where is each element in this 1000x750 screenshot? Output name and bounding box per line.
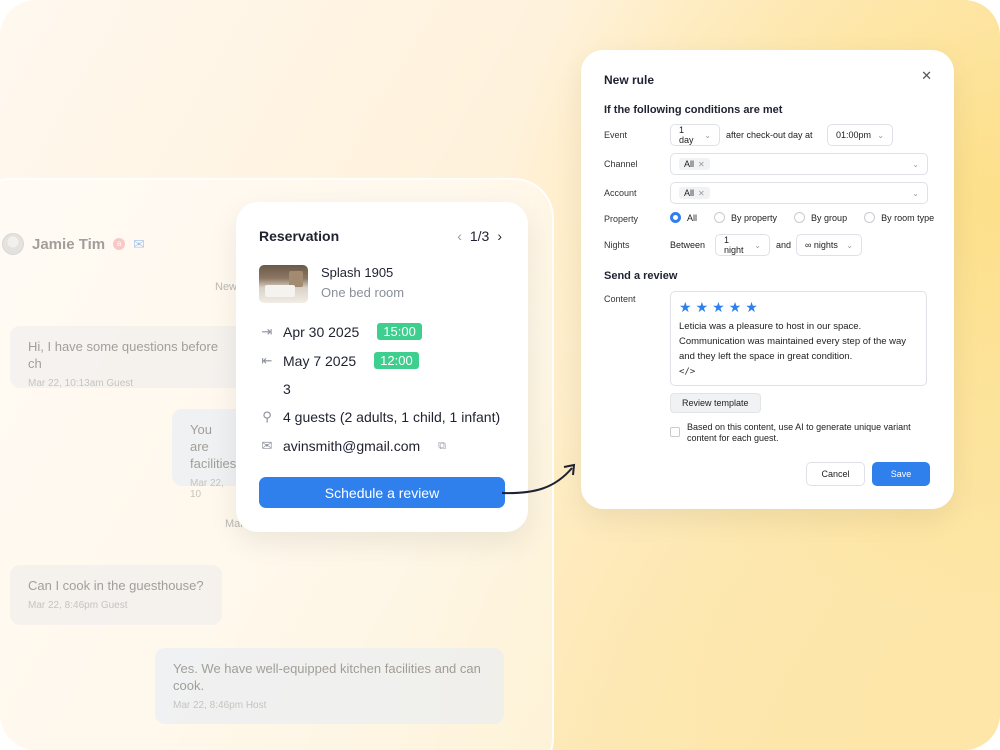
chevron-down-icon: ⌄ xyxy=(846,240,853,250)
close-icon[interactable]: ✕ xyxy=(921,68,932,84)
review-heading: Send a review xyxy=(604,270,678,282)
message-meta: Mar 22, 10:13am Guest xyxy=(28,378,134,389)
event-offset-select[interactable]: 1 day ⌄ xyxy=(670,124,720,146)
review-text-line: Leticia was a pleasure to host in our sp… xyxy=(679,321,862,332)
nights-between: Between xyxy=(670,240,706,250)
message-meta: Mar 22, 8:46pm Host xyxy=(173,700,267,711)
star-icon: ★ xyxy=(745,299,758,315)
message-bubble: Can I cook in the guesthouse? Mar 22, 8:… xyxy=(10,565,222,625)
guests-count: 4 guests (2 adults, 1 child, 1 infant) xyxy=(283,409,501,425)
pager-count: 1/3 xyxy=(469,228,490,244)
star-icon: ★ xyxy=(728,299,742,315)
guest-name: Jamie Tim xyxy=(32,235,106,253)
message-bubble: Yes. We have well-equipped kitchen facil… xyxy=(155,648,504,724)
channel-label: Channel xyxy=(604,159,638,169)
nights-count: 3 xyxy=(283,381,291,397)
message-meta: Mar 22, 10 xyxy=(190,478,224,500)
channel-select[interactable]: All ✕ ⌄ xyxy=(670,153,928,175)
property-radio-group: All By property By group By room type xyxy=(670,212,934,223)
background: Jamie Tim a ✉ New Hi, I have some questi… xyxy=(0,0,1000,750)
event-text: after check-out day at xyxy=(726,130,813,140)
nights-min-select[interactable]: 1 night ⌄ xyxy=(715,234,770,256)
radio-by-room-type[interactable]: By room type xyxy=(864,212,934,223)
checkout-icon: ⇤ xyxy=(261,352,273,368)
radio-by-property[interactable]: By property xyxy=(714,212,777,223)
account-chip: All ✕ xyxy=(679,187,710,199)
message-text: You are xyxy=(190,422,212,454)
star-icon: ★ xyxy=(679,299,692,315)
conditions-heading: If the following conditions are met xyxy=(604,104,783,116)
avatar xyxy=(2,233,24,255)
star-icon: ★ xyxy=(712,299,725,315)
account-label: Account xyxy=(604,188,637,198)
chat-header: Jamie Tim a ✉ xyxy=(2,233,145,255)
reservation-card: Reservation ‹ 1/3 › Splash 1905 One bed … xyxy=(236,202,528,532)
checkout-date: May 7 2025 xyxy=(283,352,357,369)
checkin-date: Apr 30 2025 xyxy=(283,323,360,340)
review-text-line: Communication was maintained every step … xyxy=(679,336,907,362)
event-time-select[interactable]: 01:00pm ⌄ xyxy=(827,124,893,146)
checkin-icon: ⇥ xyxy=(261,323,273,339)
guest-email: avinsmith@gmail.com xyxy=(283,438,421,454)
chevron-down-icon: ⌄ xyxy=(754,240,761,250)
message-text: facilities xyxy=(190,456,237,471)
chevron-right-icon[interactable]: › xyxy=(497,228,502,244)
checkout-time: 12:00 xyxy=(374,352,419,369)
checkin-row: ⇥ Apr 30 2025 15:00 xyxy=(259,323,422,340)
nights-max-select[interactable]: ∞ nights ⌄ xyxy=(796,234,862,256)
reservation-title: Reservation xyxy=(259,228,340,244)
reservation-pager: ‹ 1/3 › xyxy=(457,228,502,244)
checkin-time: 15:00 xyxy=(377,323,422,340)
chevron-left-icon[interactable]: ‹ xyxy=(457,228,462,244)
chevron-down-icon: ⌄ xyxy=(877,130,884,140)
chevron-down-icon: ⌄ xyxy=(912,188,919,198)
save-button[interactable]: Save xyxy=(872,462,930,486)
mail-icon: ✉ xyxy=(261,438,273,453)
checkout-row: ⇤ May 7 2025 12:00 xyxy=(259,352,419,369)
chevron-down-icon: ⌄ xyxy=(912,159,919,169)
chevron-down-icon: ⌄ xyxy=(704,130,711,140)
guests-row: ⚲ 4 guests (2 adults, 1 child, 1 infant) xyxy=(259,409,500,425)
nights-label: Nights xyxy=(604,240,630,250)
schedule-review-button[interactable]: Schedule a review xyxy=(259,477,505,508)
message-text: Can I cook in the guesthouse? xyxy=(28,578,204,593)
checkbox[interactable] xyxy=(670,427,680,437)
account-select[interactable]: All ✕ ⌄ xyxy=(670,182,928,204)
content-label: Content xyxy=(604,294,636,304)
property-name: Splash 1905 xyxy=(321,265,394,280)
code-icon[interactable]: </> xyxy=(679,367,918,377)
remove-icon[interactable]: ✕ xyxy=(698,189,705,198)
property-type: One bed room xyxy=(321,285,405,300)
cancel-button[interactable]: Cancel xyxy=(806,462,865,486)
message-text: Yes. We have well-equipped kitchen facil… xyxy=(173,661,481,693)
mail-icon: ✉ xyxy=(133,235,145,252)
property-label: Property xyxy=(604,214,639,224)
nights-and: and xyxy=(776,240,792,250)
copy-icon[interactable]: ⧉ xyxy=(438,440,446,453)
message-meta: Mar 22, 8:46pm Guest xyxy=(28,600,128,611)
radio-all[interactable]: All xyxy=(670,212,697,223)
status-badge: a xyxy=(113,238,126,250)
star-icon: ★ xyxy=(695,299,709,315)
nights-row: 3 xyxy=(259,381,291,397)
message-bubble: Hi, I have some questions before ch Mar … xyxy=(10,326,250,389)
ai-variant-checkbox[interactable]: Based on this content, use AI to generat… xyxy=(670,422,935,444)
connector-arrow xyxy=(501,463,576,495)
radio-by-group[interactable]: By group xyxy=(794,212,847,223)
remove-icon[interactable]: ✕ xyxy=(698,160,705,169)
ai-checkbox-label: Based on this content, use AI to generat… xyxy=(687,422,911,443)
rating-stars: ★ ★ ★ ★ ★ xyxy=(679,300,918,314)
property-thumbnail xyxy=(259,265,308,303)
review-content-editor[interactable]: ★ ★ ★ ★ ★ Leticia was a pleasure to host… xyxy=(670,291,927,386)
person-icon: ⚲ xyxy=(262,409,272,424)
channel-chip: All ✕ xyxy=(679,158,710,170)
review-template-button[interactable]: Review template xyxy=(670,393,761,413)
message-text: Hi, I have some questions before ch xyxy=(28,339,219,371)
new-rule-modal: New rule ✕ If the following conditions a… xyxy=(581,50,954,509)
modal-title: New rule xyxy=(604,73,655,87)
event-label: Event xyxy=(604,130,628,140)
day-label: New xyxy=(215,281,238,293)
email-row: ✉ avinsmith@gmail.com ⧉ xyxy=(259,438,446,454)
